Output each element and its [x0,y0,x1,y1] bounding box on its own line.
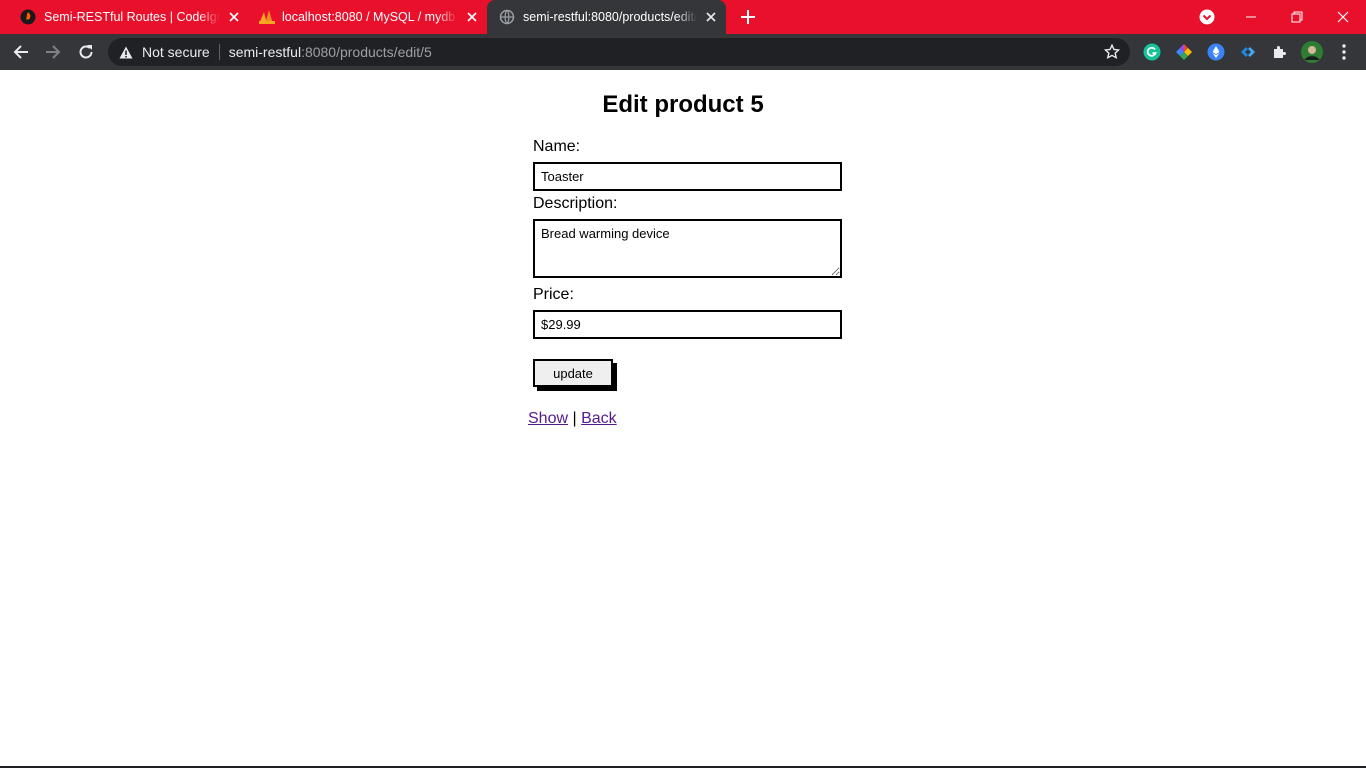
description-textarea[interactable]: Bread warming device [533,219,842,278]
new-tab-button[interactable] [738,7,758,27]
puzzle-icon[interactable] [1270,42,1290,62]
back-button[interactable] [11,42,31,62]
page-content: Edit product 5 Name: Description: Bread … [0,70,1366,768]
codeigniter-icon [20,9,36,25]
page-title: Edit product 5 [602,91,764,118]
reload-button[interactable] [76,42,96,62]
bookmark-star-icon[interactable] [1103,43,1121,60]
show-link[interactable]: Show [528,410,568,427]
restore-button[interactable] [1274,0,1320,34]
restore-icon [1291,11,1303,23]
phpmyadmin-icon [258,9,275,25]
name-label: Name: [533,138,581,155]
globe-icon [499,9,515,25]
arrow-left-icon [13,45,28,59]
tab-title: localhost:8080 / MySQL / mydb / products [282,10,458,24]
tab-search-button[interactable] [1184,0,1230,34]
minimize-icon [1246,16,1256,18]
divider [218,44,220,60]
back-link[interactable]: Back [581,410,617,427]
menu-kebab-icon[interactable] [1334,42,1354,62]
name-input[interactable] [533,162,842,191]
close-icon [1337,11,1349,23]
browser-toolbar: Not secure semi-restful:8080/products/ed… [0,34,1366,70]
close-tab-icon[interactable] [464,9,480,25]
tab-title: semi-restful:8080/products/edit/5 [523,10,697,24]
ethereum-icon[interactable] [1206,42,1226,62]
reload-icon [79,45,93,59]
plus-icon [741,10,755,24]
address-bar[interactable]: Not secure semi-restful:8080/products/ed… [108,38,1130,66]
price-label: Price: [533,286,574,303]
url-path: :8080/products/edit/5 [301,44,432,60]
tab-phpmyadmin[interactable]: localhost:8080 / MySQL / mydb / products [238,0,486,34]
minimize-button[interactable] [1228,0,1274,34]
url-host: semi-restful [228,44,302,60]
close-tab-icon[interactable] [703,9,719,25]
security-label[interactable]: Not secure [142,44,210,60]
tab-codeigniter[interactable]: Semi-RESTful Routes | CodeIgniter [0,0,248,34]
link-separator: | [572,410,577,427]
arrow-right-icon [46,45,61,59]
vscode-icon[interactable] [1238,42,1258,62]
warning-icon[interactable] [119,45,133,59]
chevron-down-icon [1199,9,1215,25]
tab-strip: Semi-RESTful Routes | CodeIgniter localh… [0,0,1366,34]
color-picker-icon[interactable] [1174,42,1194,62]
close-window-button[interactable] [1320,0,1366,34]
tab-title: Semi-RESTful Routes | CodeIgniter [44,10,220,24]
grammarly-icon[interactable] [1142,42,1162,62]
nav-links: Show | Back [528,410,617,428]
forward-button[interactable] [43,42,63,62]
price-input[interactable] [533,310,842,339]
profile-avatar[interactable] [1301,41,1323,63]
description-label: Description: [533,195,618,212]
update-button[interactable]: update [533,359,613,387]
tab-active-edit-product[interactable]: semi-restful:8080/products/edit/5 [487,0,726,34]
